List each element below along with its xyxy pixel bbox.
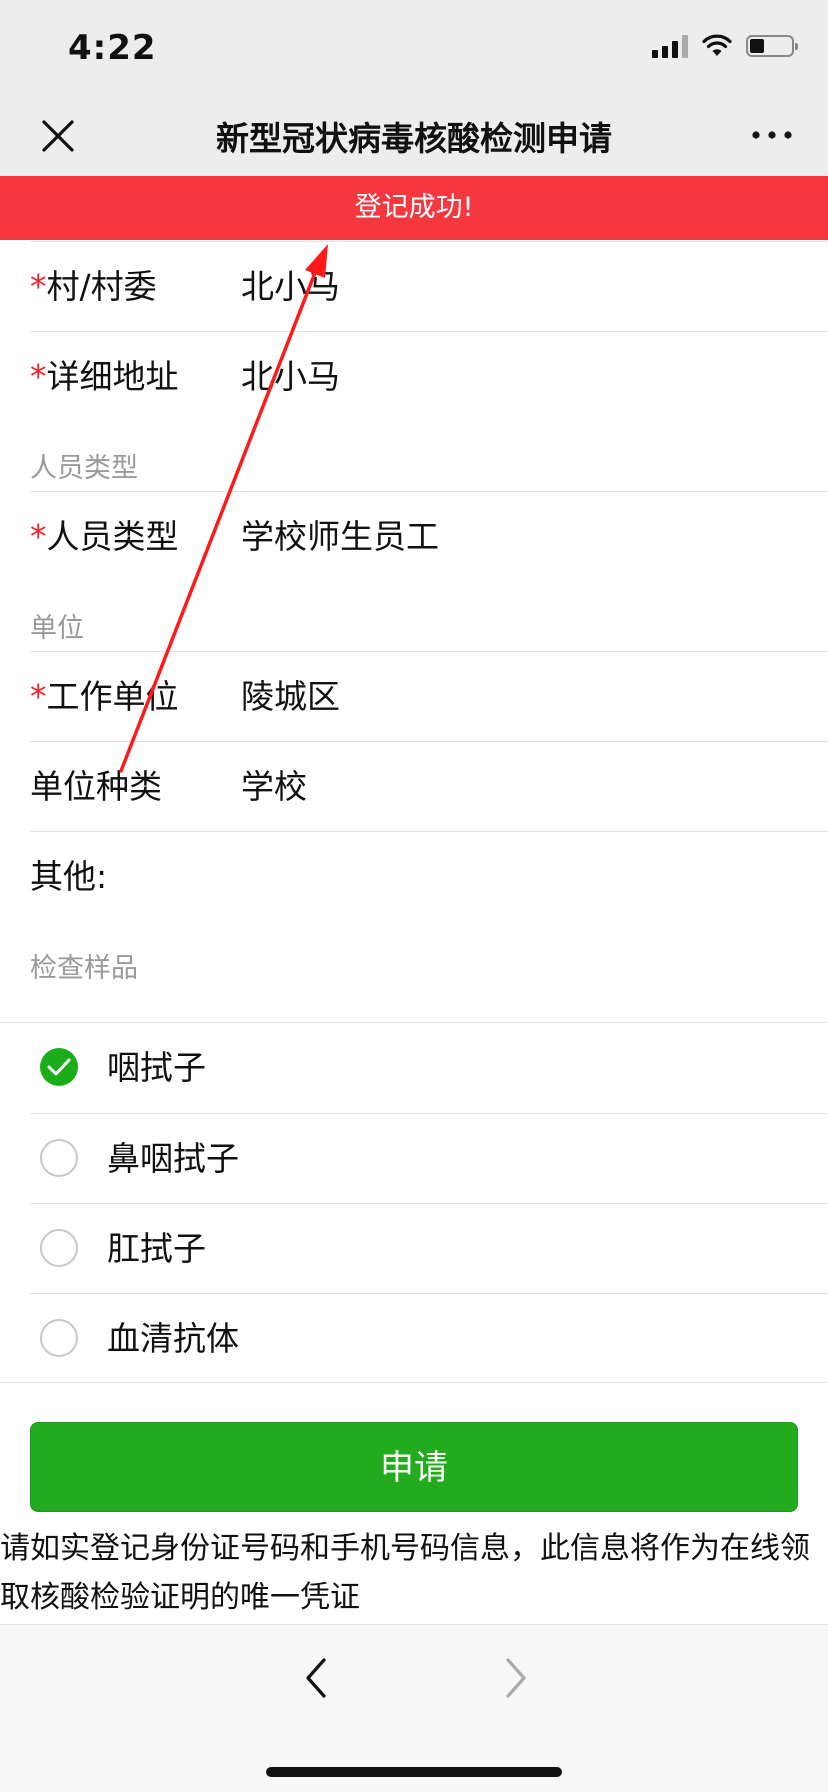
required-mark: *: [30, 267, 47, 306]
radio-unchecked[interactable]: [40, 1139, 78, 1177]
sample-option[interactable]: 咽拭子: [30, 1023, 828, 1113]
other-label: 其他:: [30, 857, 108, 896]
status-time: 4:22: [68, 28, 157, 68]
person-type-section: 人员类型: [30, 453, 138, 484]
required-mark: *: [30, 517, 47, 556]
radio-unchecked[interactable]: [40, 1319, 78, 1357]
sample-option[interactable]: 鼻咽拭子: [30, 1113, 828, 1204]
signal-icon: [652, 34, 688, 58]
sample-option-label: 鼻咽拭子: [107, 1139, 239, 1178]
village-label: 村/村委: [46, 267, 157, 306]
sample-option[interactable]: 肛拭子: [30, 1203, 828, 1294]
status-icons: [652, 34, 798, 58]
required-mark: *: [30, 357, 47, 396]
success-toast: 登记成功!: [0, 176, 828, 240]
work-unit-value[interactable]: 陵城区: [241, 652, 340, 742]
home-indicator: [266, 1767, 562, 1777]
back-arrow-icon[interactable]: [296, 1655, 336, 1701]
check-icon: [47, 1058, 71, 1076]
sample-option-label: 血清抗体: [107, 1319, 239, 1358]
nav-bar: 新型冠状病毒核酸检测申请: [0, 96, 828, 176]
address-label: 详细地址: [46, 357, 179, 396]
address-value[interactable]: 北小马: [241, 332, 340, 422]
unit-section: 单位: [30, 613, 84, 644]
other-row[interactable]: 其他:: [30, 831, 828, 922]
sample-option-label: 肛拭子: [107, 1229, 206, 1268]
bottom-toolbar: [0, 1625, 828, 1792]
unit-kind-row[interactable]: 单位种类 学校: [30, 741, 828, 832]
person-type-value[interactable]: 学校师生员工: [241, 492, 439, 582]
sample-option-label: 咽拭子: [107, 1048, 206, 1087]
village-value[interactable]: 北小马: [241, 242, 340, 332]
battery-icon: [746, 35, 798, 57]
sample-option[interactable]: 血清抗体: [30, 1293, 828, 1384]
work-unit-row[interactable]: *工作单位 陵城区: [30, 651, 828, 742]
unit-kind-label: 单位种类: [30, 767, 162, 806]
radio-unchecked[interactable]: [40, 1229, 78, 1267]
person-type-label: 人员类型: [46, 517, 179, 556]
status-bar: 4:22: [0, 0, 828, 96]
work-unit-label: 工作单位: [46, 677, 179, 716]
notice-text: 请如实登记身份证号码和手机号码信息，此信息将作为在线领取核酸检验证明的唯一凭证: [0, 1531, 810, 1615]
wifi-icon: [702, 34, 732, 56]
address-row[interactable]: *详细地址 北小马: [30, 331, 828, 422]
apply-button[interactable]: 申请: [30, 1422, 798, 1512]
village-row[interactable]: *村/村委 北小马: [30, 241, 828, 332]
page-title: 新型冠状病毒核酸检测申请: [216, 119, 612, 158]
more-icon[interactable]: [750, 120, 794, 150]
radio-checked[interactable]: [40, 1048, 78, 1086]
sample-section: 检查样品: [30, 953, 138, 984]
forward-arrow-icon[interactable]: [496, 1655, 536, 1701]
unit-kind-value[interactable]: 学校: [241, 742, 307, 832]
required-mark: *: [30, 677, 47, 716]
divider: [0, 1382, 828, 1383]
person-type-row[interactable]: *人员类型 学校师生员工: [30, 491, 828, 582]
